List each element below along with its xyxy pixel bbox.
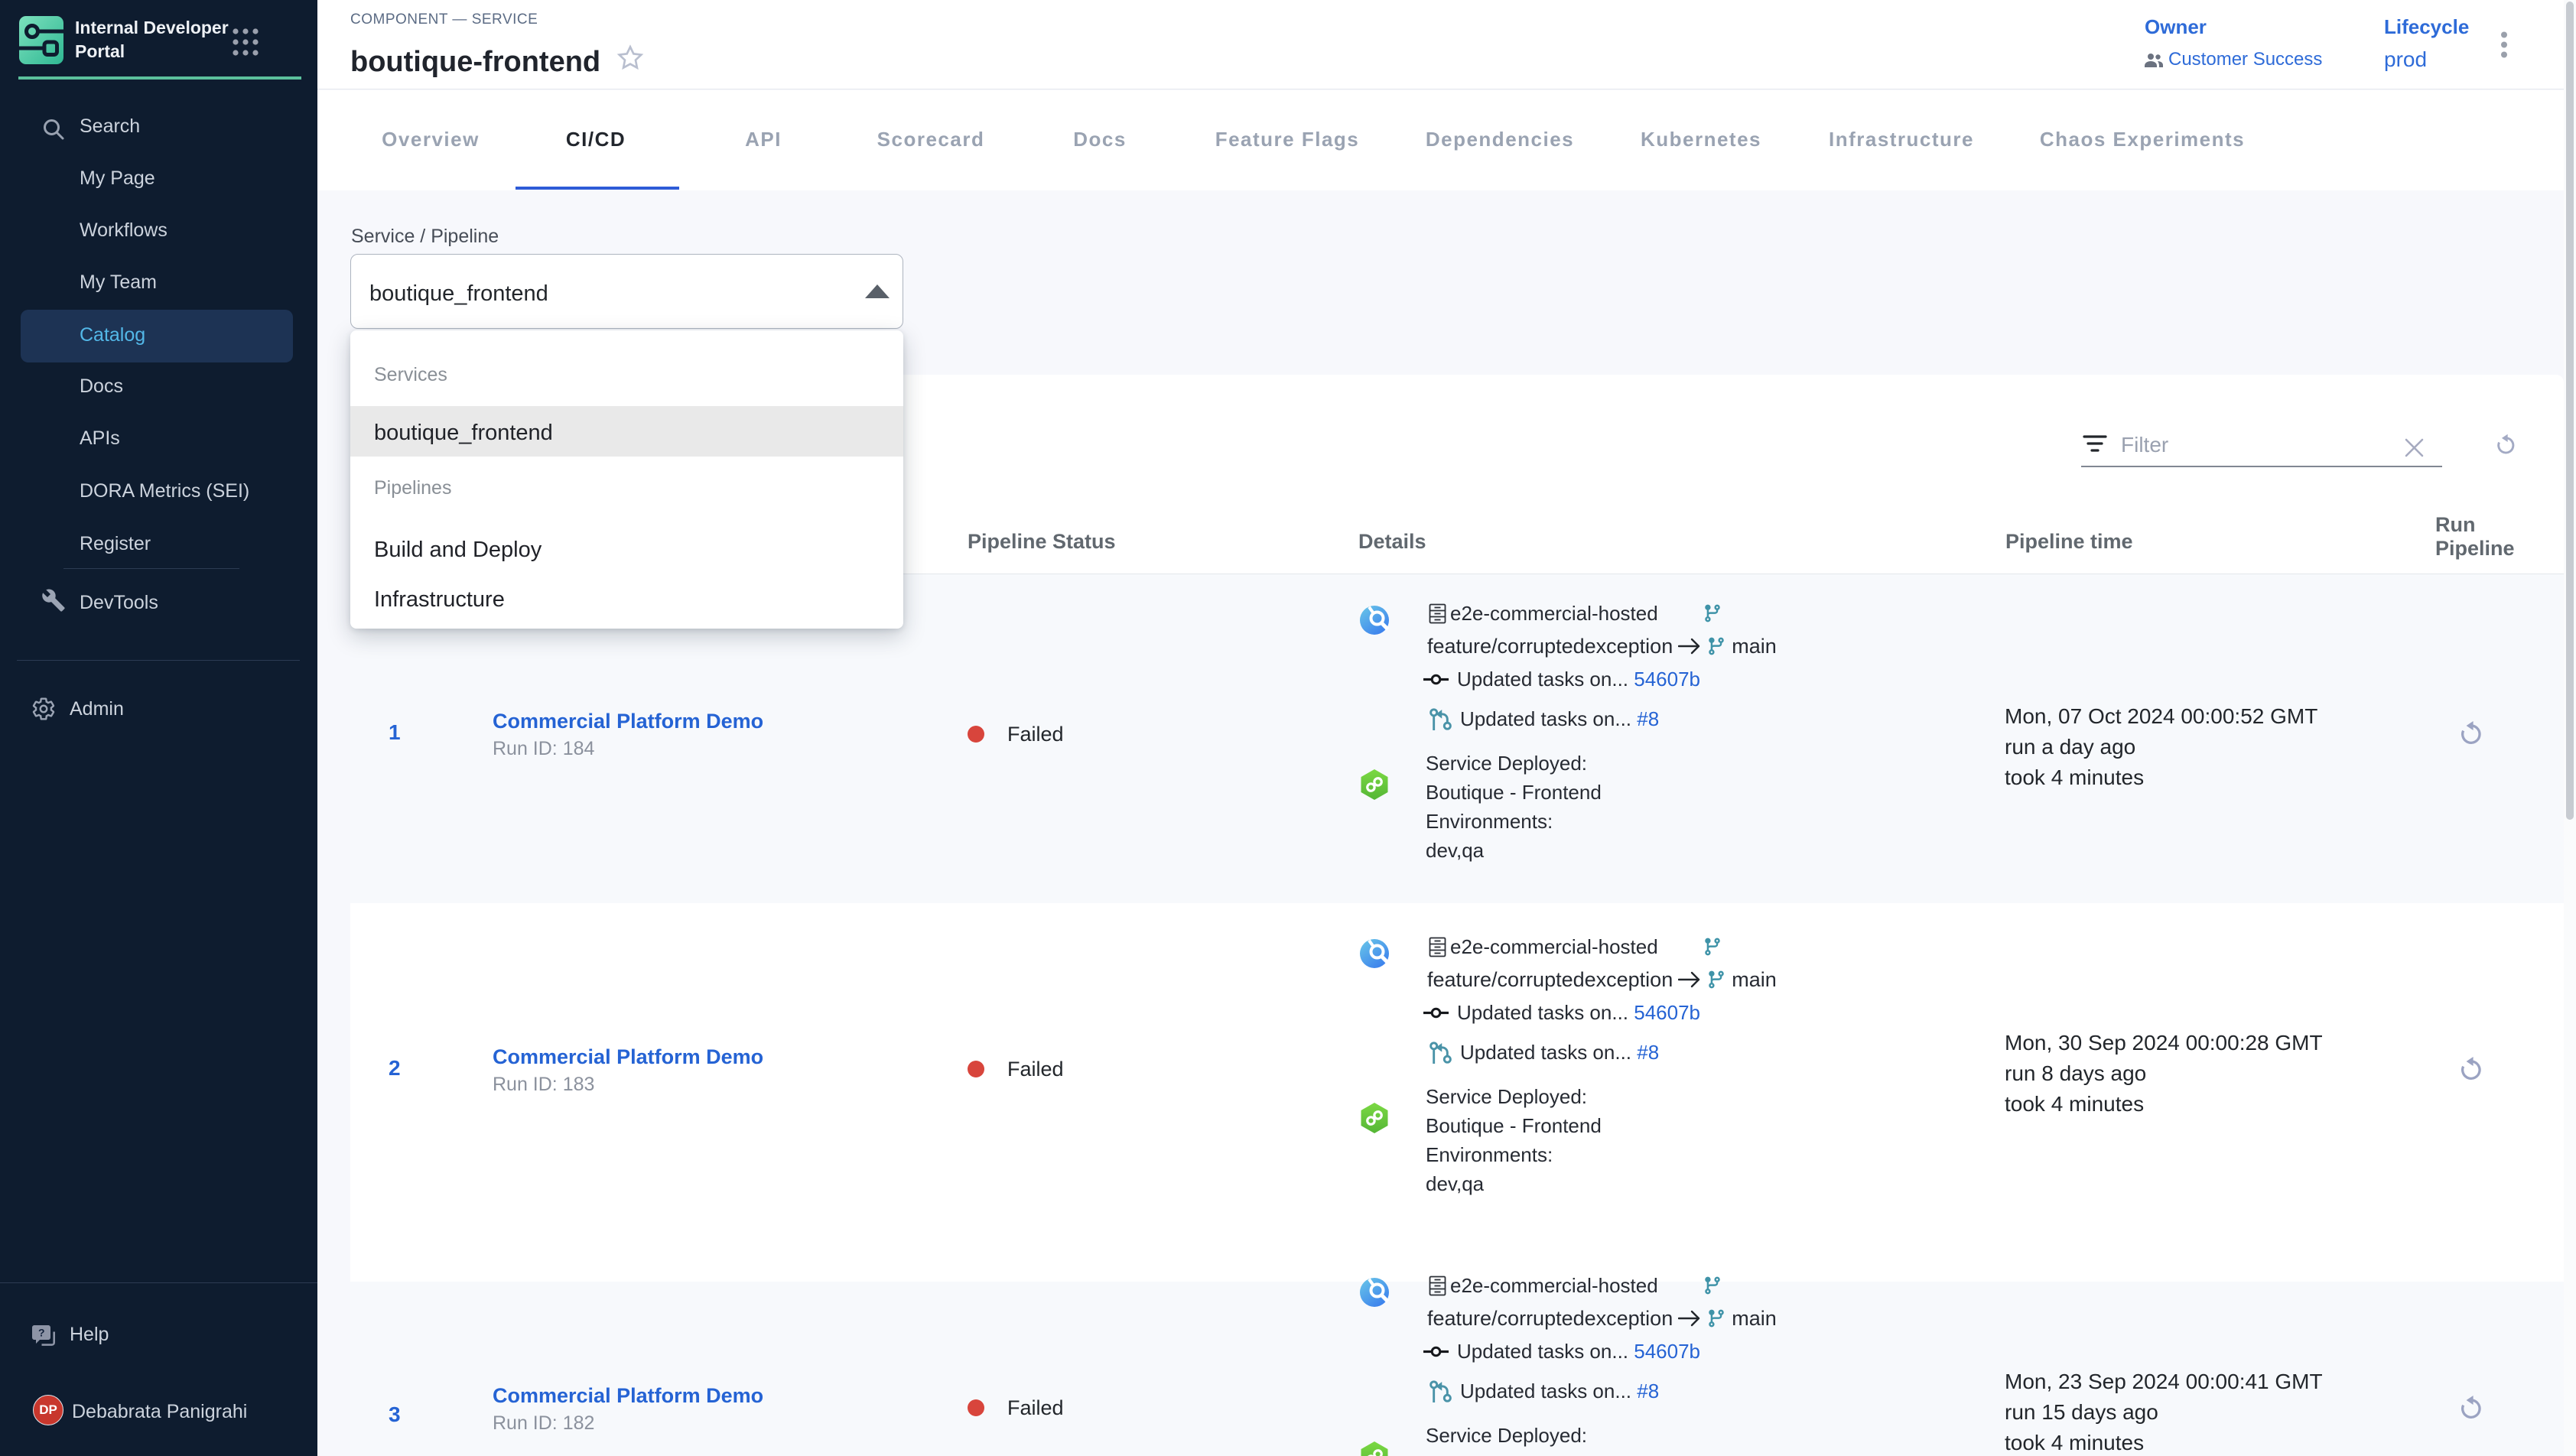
svg-text:?: ?: [38, 1327, 45, 1339]
